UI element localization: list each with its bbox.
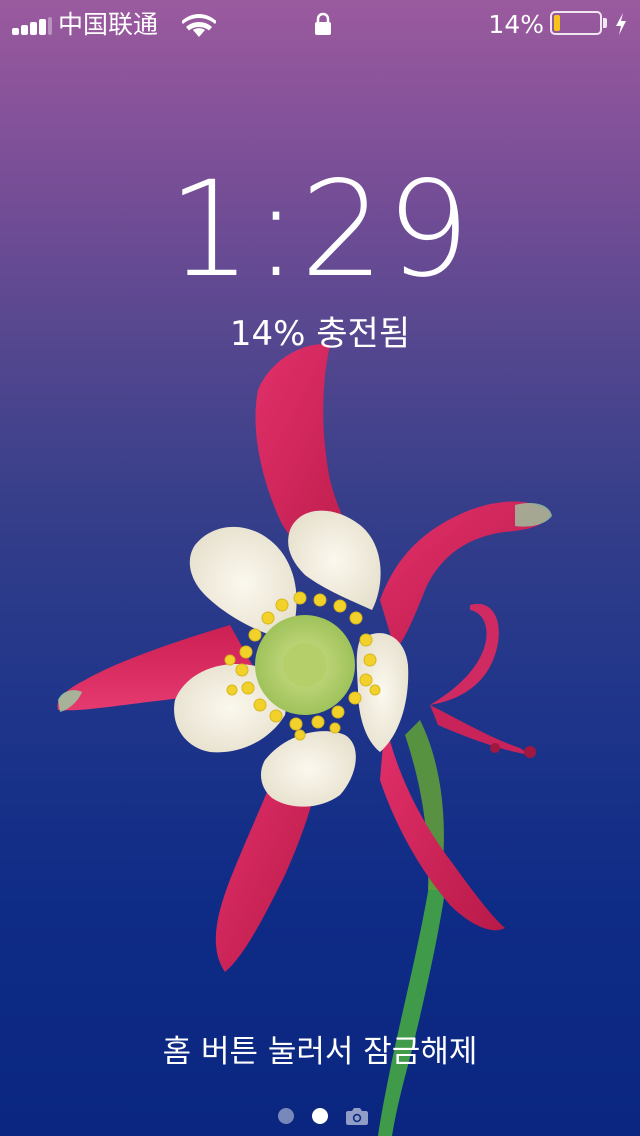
lock-screen: 中国联通 14% 1:29 14% 충전됨 홈 버튼 눌러서 잠금해제 [0, 0, 640, 1136]
battery-level-fill [554, 15, 560, 31]
battery-percent: 14% [488, 10, 544, 39]
carrier-name: 中国联通 [58, 10, 159, 39]
charging-status-text: 14% 충전됨 [229, 314, 411, 354]
charging-bolt-icon [616, 13, 626, 35]
battery-terminal [603, 18, 607, 28]
camera-icon[interactable] [345, 1106, 369, 1126]
unlock-hint-text[interactable]: 홈 버튼 눌러서 잠금해제 [0, 1030, 640, 1074]
status-bar: 中国联通 14% [0, 0, 640, 48]
page-dot-2[interactable] [312, 1108, 328, 1124]
flower-stem [378, 880, 446, 1136]
battery-icon [550, 11, 602, 35]
wifi-icon [182, 14, 216, 37]
page-indicator [0, 1104, 640, 1128]
flower-petal-cream-right [356, 633, 409, 752]
page-dot-1[interactable] [278, 1108, 294, 1124]
lock-icon [315, 12, 331, 35]
lock-screen-clock: 1:29 [167, 153, 473, 307]
flower-petal-cream-bottom [260, 731, 356, 807]
signal-bars-icon [12, 17, 52, 35]
